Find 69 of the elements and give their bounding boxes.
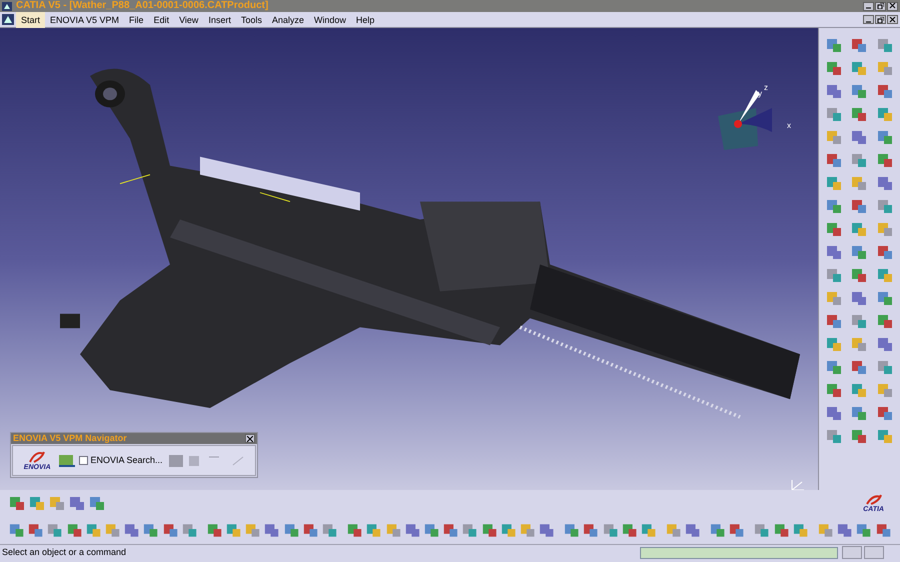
toolbar-button[interactable] (864, 546, 884, 559)
axis-label: z (764, 84, 768, 92)
minimize-button[interactable] (863, 15, 874, 24)
restore-icon (877, 3, 884, 9)
axis-label: x (787, 122, 791, 130)
menu-item[interactable]: Insert (203, 12, 236, 28)
toolbar-icon[interactable] (68, 494, 86, 512)
close-icon (247, 436, 253, 442)
menu-item[interactable]: Start (16, 12, 46, 28)
toolbar-icon[interactable] (824, 243, 843, 261)
toolbar-icon[interactable] (876, 82, 894, 100)
toolbar-icon[interactable] (876, 289, 894, 307)
toolbar-button[interactable] (842, 546, 862, 559)
app-icon (2, 14, 14, 25)
toolbar-icon[interactable] (876, 335, 894, 353)
close-icon (889, 16, 896, 22)
checkbox-label: ENOVIA Search... (90, 454, 163, 467)
toolbar-icon[interactable] (824, 404, 843, 422)
toolbar-icon[interactable] (876, 243, 894, 261)
toolbar-icon[interactable] (824, 36, 843, 54)
status-message: Select an object or a command (1, 546, 128, 559)
toolbar-icon[interactable] (88, 494, 106, 512)
toolbar-icon[interactable] (850, 82, 868, 100)
menu-item[interactable]: View (174, 12, 204, 28)
menu-item[interactable]: Tools (236, 12, 267, 28)
toolbar-icon[interactable] (850, 105, 868, 123)
app-icon (2, 2, 12, 10)
toolbar-icon[interactable] (850, 197, 868, 215)
menu-item[interactable]: File (124, 12, 149, 28)
menu-item[interactable]: Window (309, 12, 352, 28)
window-title: CATIA V5 - [Wather_P88_A01-0001-0006.CATProduct] (16, 0, 268, 12)
toolbar-icon[interactable] (876, 151, 894, 169)
menu-item[interactable]: Analyze (266, 12, 309, 28)
toolbar-icon[interactable] (876, 174, 894, 192)
menu-item[interactable]: ENOVIA V5 VPM (45, 12, 124, 28)
menu-item[interactable]: Edit (148, 12, 174, 28)
panel-title: ENOVIA V5 VPM Navigator (13, 433, 127, 444)
toolbar-icon[interactable] (850, 404, 868, 422)
toolbar-icon[interactable] (824, 220, 843, 238)
ds-logo-icon (864, 494, 883, 506)
toolbar-icon[interactable] (876, 312, 894, 330)
close-button[interactable] (887, 15, 898, 24)
toolbar-icon[interactable] (824, 381, 843, 399)
toolbar-icon[interactable] (850, 128, 868, 146)
toolbar-icon[interactable] (876, 128, 894, 146)
toolbar-icon[interactable] (850, 358, 868, 376)
toolbar-icon[interactable] (876, 404, 894, 422)
toolbar-icon[interactable] (824, 197, 843, 215)
restore-icon (877, 16, 884, 22)
ds-logo-icon (28, 450, 46, 464)
minimize-button[interactable] (863, 2, 874, 10)
close-icon (889, 3, 896, 9)
toolbar-icon[interactable] (850, 266, 868, 284)
restore-button[interactable] (875, 2, 886, 10)
toolbar-icon[interactable] (824, 59, 843, 77)
toolbar-icon[interactable] (850, 427, 868, 445)
toolbar-icon[interactable] (850, 289, 868, 307)
menu-item[interactable]: Help (351, 12, 380, 28)
close-button[interactable] (245, 434, 255, 443)
toolbar-icon[interactable] (824, 82, 843, 100)
toolbar-icon[interactable] (850, 243, 868, 261)
close-button[interactable] (887, 2, 898, 10)
toolbar-icon[interactable] (850, 36, 868, 54)
toolbar-icon[interactable] (824, 312, 843, 330)
restore-button[interactable] (875, 15, 886, 24)
toolbar-icon[interactable] (824, 151, 843, 169)
toolbar-icon[interactable] (8, 494, 26, 512)
checkbox[interactable] (79, 456, 88, 465)
toolbar-icon[interactable] (824, 358, 843, 376)
